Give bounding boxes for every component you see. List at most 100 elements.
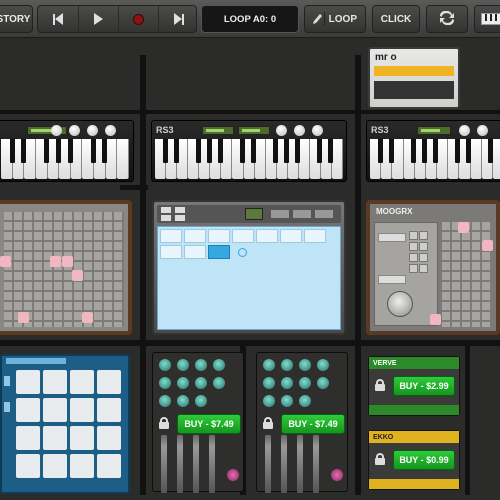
- knob[interactable]: [51, 125, 62, 136]
- mixer-knob[interactable]: [195, 377, 207, 389]
- synth-key[interactable]: [409, 253, 418, 262]
- piano-keys[interactable]: [370, 139, 500, 179]
- mixer-knob[interactable]: [159, 377, 171, 389]
- synth-key[interactable]: [419, 242, 428, 251]
- master-knob[interactable]: [227, 469, 239, 481]
- knob[interactable]: [105, 125, 116, 136]
- drum-pad[interactable]: [16, 454, 40, 478]
- mixer-knob[interactable]: [263, 377, 275, 389]
- play-button[interactable]: [78, 6, 118, 32]
- mixer-knob[interactable]: [299, 395, 311, 407]
- mixer-knob[interactable]: [159, 395, 171, 407]
- drum-pad[interactable]: [70, 398, 94, 422]
- drum-pad[interactable]: [70, 426, 94, 450]
- knob[interactable]: [477, 125, 488, 136]
- piano-keys[interactable]: [1, 139, 130, 179]
- drum-pad[interactable]: [43, 398, 67, 422]
- mixer-fader[interactable]: [265, 435, 271, 493]
- clip-cell[interactable]: [280, 229, 302, 243]
- knob[interactable]: [276, 125, 287, 136]
- keyboard-rs3-right[interactable]: RS3: [366, 120, 500, 182]
- knob[interactable]: [294, 125, 305, 136]
- drum-pad[interactable]: [70, 454, 94, 478]
- selected-clip-cell[interactable]: [208, 245, 230, 259]
- drum-pad[interactable]: [43, 454, 67, 478]
- mixer-knob[interactable]: [195, 395, 207, 407]
- ekko-plugin[interactable]: EKKO BUY - $0.99: [368, 430, 460, 490]
- mixer-knob[interactable]: [299, 377, 311, 389]
- drum-pad-module[interactable]: [0, 354, 130, 494]
- knob[interactable]: [87, 125, 98, 136]
- synth-pad-grid[interactable]: [442, 222, 492, 327]
- mixer-knob[interactable]: [263, 359, 275, 371]
- mixer-knob[interactable]: [281, 395, 293, 407]
- active-pad[interactable]: [18, 312, 29, 323]
- mixer-module-right[interactable]: BUY - $7.49: [256, 352, 348, 493]
- verve-plugin[interactable]: VERVE BUY - $2.99: [368, 356, 460, 416]
- mixer-right-buy-button[interactable]: BUY - $7.49: [281, 414, 345, 434]
- mixer-knob[interactable]: [177, 377, 189, 389]
- mixer-module-left[interactable]: BUY - $7.49: [152, 352, 244, 493]
- clip-cell[interactable]: [208, 229, 230, 243]
- app-button[interactable]: [271, 210, 289, 218]
- active-pad[interactable]: [62, 256, 73, 267]
- clip-cell[interactable]: [184, 245, 206, 259]
- mixer-knob[interactable]: [281, 377, 293, 389]
- synth-knob[interactable]: [387, 291, 413, 317]
- master-knob[interactable]: [331, 469, 343, 481]
- clip-cell[interactable]: [184, 229, 206, 243]
- clip-cell[interactable]: [160, 245, 182, 259]
- app-button[interactable]: [161, 207, 171, 213]
- drum-pad[interactable]: [43, 370, 67, 394]
- app-button[interactable]: [161, 215, 171, 221]
- knob[interactable]: [459, 125, 470, 136]
- ekko-buy-button[interactable]: BUY - $0.99: [393, 450, 455, 470]
- drum-pad[interactable]: [97, 426, 121, 450]
- mixer-knob[interactable]: [317, 377, 329, 389]
- synth-key[interactable]: [409, 264, 418, 273]
- mixer-knob[interactable]: [177, 359, 189, 371]
- sequencer-app[interactable]: [152, 200, 346, 335]
- knob[interactable]: [312, 125, 323, 136]
- keyboard-left[interactable]: [0, 120, 134, 182]
- clip-cell[interactable]: [256, 229, 278, 243]
- history-button[interactable]: STORY: [0, 5, 33, 33]
- mixer-fader[interactable]: [209, 435, 215, 493]
- moog-synth-panel[interactable]: MOOGRX: [366, 200, 500, 335]
- synth-key[interactable]: [419, 253, 428, 262]
- clip-cell[interactable]: [304, 229, 326, 243]
- mixer-fader[interactable]: [313, 435, 319, 493]
- mixer-knob[interactable]: [177, 395, 189, 407]
- mixer-fader[interactable]: [193, 435, 199, 493]
- mixer-knob[interactable]: [213, 359, 225, 371]
- synth-control-panel[interactable]: [374, 222, 438, 326]
- click-button[interactable]: CLICK: [372, 5, 420, 33]
- pad-grid-cells[interactable]: [4, 212, 124, 327]
- synth-selector[interactable]: [378, 233, 406, 242]
- mixer-knob[interactable]: [159, 359, 171, 371]
- mixer-knob[interactable]: [213, 377, 225, 389]
- piano-keys[interactable]: [155, 139, 344, 179]
- drum-pad[interactable]: [97, 398, 121, 422]
- active-pad[interactable]: [50, 256, 61, 267]
- drum-side-button[interactable]: [4, 376, 10, 386]
- loop-button[interactable]: LOOP: [304, 5, 366, 33]
- mixer-knob[interactable]: [263, 395, 275, 407]
- mixer-knob[interactable]: [317, 359, 329, 371]
- synth-selector[interactable]: [378, 275, 406, 284]
- app-button[interactable]: [175, 215, 185, 221]
- mixer-fader[interactable]: [281, 435, 287, 493]
- drum-pad[interactable]: [16, 398, 40, 422]
- drum-pad[interactable]: [16, 370, 40, 394]
- add-clip-icon[interactable]: [238, 248, 247, 257]
- active-pad[interactable]: [458, 222, 469, 233]
- active-pad[interactable]: [430, 314, 441, 325]
- skip-back-button[interactable]: [38, 6, 78, 32]
- synth-key[interactable]: [419, 264, 428, 273]
- synth-key[interactable]: [409, 231, 418, 240]
- active-pad[interactable]: [0, 256, 11, 267]
- drum-pad[interactable]: [16, 426, 40, 450]
- mixer-knob[interactable]: [299, 359, 311, 371]
- drum-pad[interactable]: [97, 454, 121, 478]
- synth-key[interactable]: [419, 231, 428, 240]
